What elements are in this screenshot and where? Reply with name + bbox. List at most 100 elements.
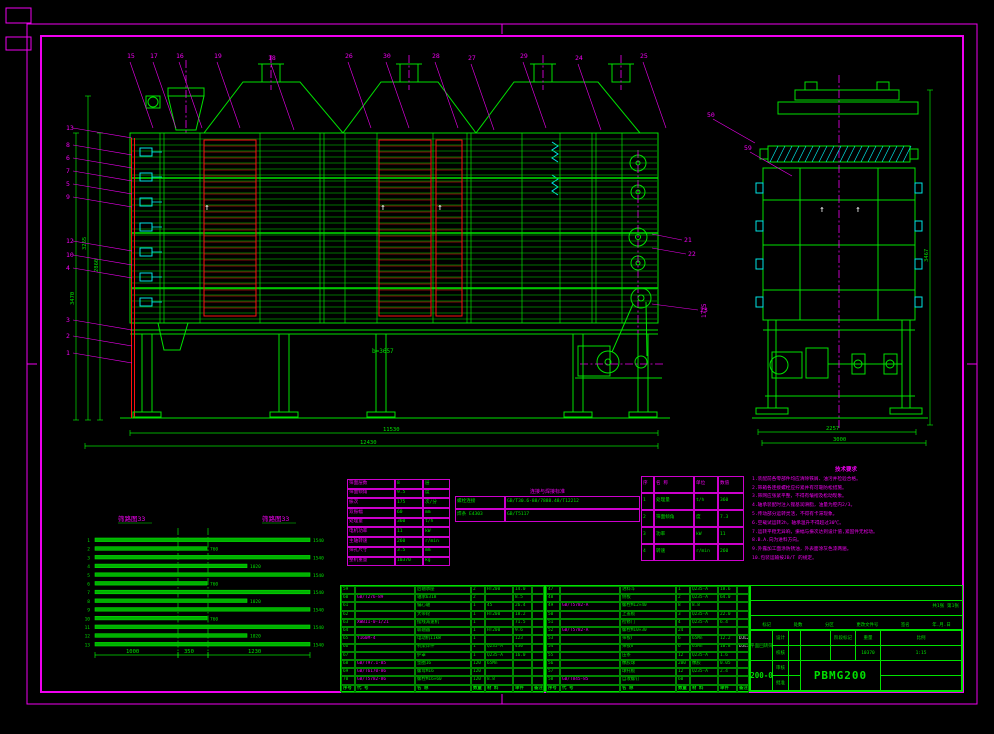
param-unit: r/min xyxy=(423,537,450,547)
bom-cell: 上盖板 xyxy=(620,611,676,619)
bom-header-cell: 数量 xyxy=(471,685,485,693)
std-code: GB/T30.6-88/7888.48/T12212 xyxy=(505,496,640,509)
bom-cell: 66 xyxy=(341,644,355,652)
svg-text:22: 22 xyxy=(688,250,696,258)
bom-cell: Q235-A xyxy=(690,652,718,660)
svg-text:13: 13 xyxy=(85,642,91,648)
svg-text:10: 10 xyxy=(66,251,74,259)
main-param-value: 7.3 xyxy=(718,510,744,527)
svg-text:350: 350 xyxy=(184,649,194,655)
bom-cell: 50 xyxy=(546,611,560,619)
weight-label: 重量 xyxy=(856,631,881,646)
svg-text:3: 3 xyxy=(87,555,90,561)
svg-text:6: 6 xyxy=(66,154,70,162)
svg-text:15: 15 xyxy=(127,52,135,60)
svg-text:3000: 3000 xyxy=(833,437,846,443)
param-value: 260 xyxy=(395,537,423,547)
bom-cell xyxy=(485,668,513,676)
bom-cell: HT200 xyxy=(485,627,513,635)
bom-cell xyxy=(513,668,532,676)
svg-text:3470: 3470 xyxy=(70,292,76,305)
bom-cell: 65Mn xyxy=(690,644,718,652)
bom-cell: 8.8 xyxy=(690,602,718,610)
bom-cell: 49 xyxy=(546,602,560,610)
bom-cell xyxy=(355,586,415,594)
bom-cell: 2 xyxy=(471,586,485,594)
bom-cell: XWB11-0-1/21 xyxy=(355,619,415,627)
svg-text:↑: ↑ xyxy=(855,205,860,215)
bom-cell: 64 xyxy=(341,627,355,635)
bom-cell: 垫圈16 xyxy=(415,660,471,668)
bom-header-cell: 名 称 xyxy=(415,685,471,693)
svg-text:1540: 1540 xyxy=(313,642,324,648)
param-unit: mm xyxy=(423,508,450,518)
svg-text:9: 9 xyxy=(87,608,90,614)
param-value: 175 xyxy=(395,498,423,508)
note-line: 1.装配前各零部件均应清除铁屑、油污并检验合格。 xyxy=(752,476,940,485)
bom-cell: GB/T276-89 xyxy=(355,594,415,602)
bom-cell: 机架焊件 xyxy=(415,644,471,652)
svg-text:19: 19 xyxy=(214,52,222,60)
bom-cell xyxy=(737,627,749,635)
bom-cell xyxy=(690,627,718,635)
bom-cell: Y160M-4 xyxy=(355,635,415,643)
centerlines xyxy=(186,55,839,428)
bom-cell: Q235-A xyxy=(690,611,718,619)
bom-header-cell: 备注 xyxy=(737,685,749,693)
bom-cell: 螺栓M10×30 xyxy=(620,627,676,635)
bom-cell xyxy=(560,644,620,652)
cad-drawing-canvas[interactable]: ↑↑↑↑↑ 1153012430225730002860326534703467… xyxy=(0,0,994,730)
bom-cell: 51 xyxy=(546,619,560,627)
bom-cell: 筛板Ⅱ xyxy=(620,644,676,652)
bom-cell xyxy=(737,668,749,676)
bom-cell xyxy=(532,644,544,652)
main-param-value: kW xyxy=(694,527,718,544)
svg-text:4: 4 xyxy=(87,564,90,570)
svg-text:1540: 1540 xyxy=(313,608,324,614)
bom-cell xyxy=(737,602,749,610)
bom-cell: 8 xyxy=(676,602,690,610)
std-code: GB/T5117 xyxy=(505,509,640,522)
bom-cell: 筛板Ⅰ xyxy=(620,635,676,643)
svg-text:1540: 1540 xyxy=(313,555,324,561)
svg-text:2: 2 xyxy=(66,332,70,340)
param-value: 3.5 xyxy=(395,547,423,557)
bom-cell xyxy=(355,652,415,660)
bom-cell: 6.4 xyxy=(718,619,737,627)
bom-cell: 1 xyxy=(471,611,485,619)
bom-cell: 58 xyxy=(546,676,560,684)
bom-cell: 61 xyxy=(341,602,355,610)
note-line: 4.轴承装配时注入锂基润滑脂，油量为腔内2/3。 xyxy=(752,502,940,511)
bom-cell: 54 xyxy=(546,644,560,652)
parameter-table: 筛面层数8层筛面倾角9.5度振次175次/分双振幅60mm处理量360t/h电机… xyxy=(347,479,450,566)
bom-cell: 12 xyxy=(676,668,690,676)
bom-cell: 1.6 xyxy=(718,652,737,660)
bom-cell: 螺母M16 xyxy=(415,668,471,676)
support-mounts-cyan xyxy=(140,148,162,306)
svg-text:2: 2 xyxy=(87,547,90,553)
param-unit: 度 xyxy=(423,489,450,499)
param-value: 60 xyxy=(395,508,423,518)
bom-cell: Q235-A xyxy=(690,619,718,627)
bom-cell: 压条 xyxy=(620,652,676,660)
bom-cell: 1 xyxy=(471,652,485,660)
bom-cell xyxy=(560,619,620,627)
bom-cell xyxy=(355,611,415,619)
bom-cell xyxy=(718,602,737,610)
bom-cell xyxy=(532,660,544,668)
svg-text:1020: 1020 xyxy=(250,634,261,640)
bom-cell xyxy=(737,676,749,684)
svg-text:26: 26 xyxy=(345,52,353,60)
svg-text:29: 29 xyxy=(520,52,528,60)
bom-cell: 护罩 xyxy=(415,652,471,660)
bom-left-block: 59后轴承座2HT20014.060GB/T276-89轴承631828.561… xyxy=(340,585,545,692)
standards-table-heading: 连接与焊接标准 xyxy=(455,488,640,495)
std-name: 焊条 E4303 xyxy=(455,509,505,522)
bom-cell: 67 xyxy=(341,652,355,660)
bom-cell xyxy=(560,652,620,660)
std-name: 螺栓连接 xyxy=(455,496,505,509)
bom-cell: Q235-A xyxy=(690,586,718,594)
main-param-value: 260 xyxy=(718,544,744,561)
main-param-value: 1 xyxy=(641,493,654,510)
bom-cell: 摆线减速机 xyxy=(415,619,471,627)
